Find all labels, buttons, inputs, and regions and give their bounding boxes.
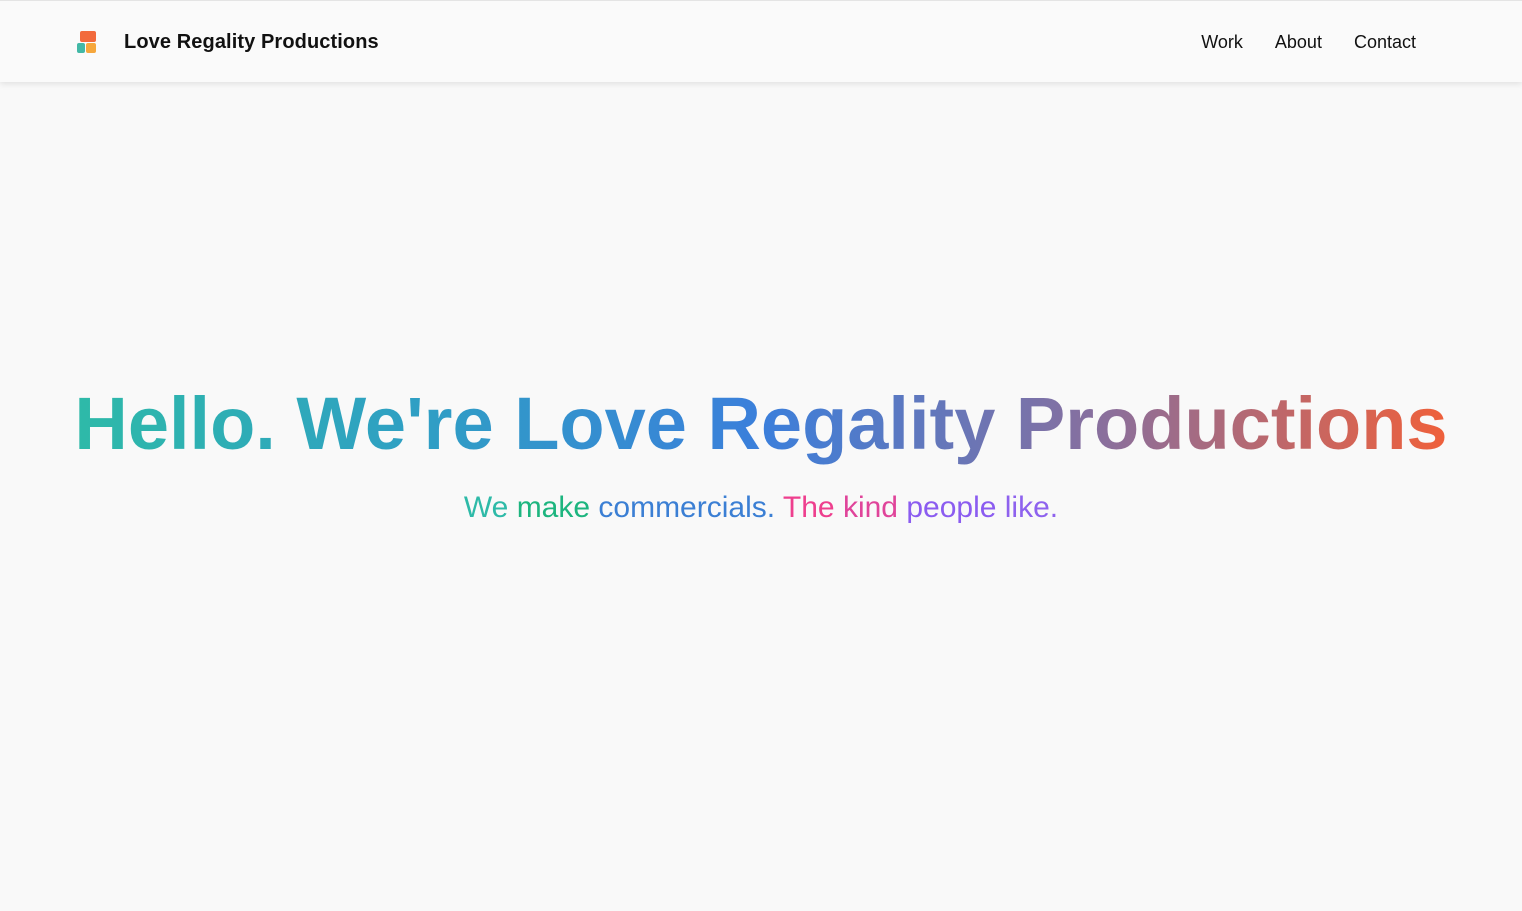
hero-section: Hello. We're Love Regality Productions W…	[0, 82, 1522, 911]
tagline-word: commercials.	[598, 491, 776, 524]
tagline-word: people	[906, 491, 997, 524]
tagline-word: We	[463, 491, 509, 524]
stacked-blocks-logo-icon	[77, 30, 96, 54]
brand-name: Love Regality Productions	[124, 30, 379, 53]
tagline-word: kind	[842, 491, 898, 524]
hero-tagline: We make commercials. The kind people lik…	[0, 490, 1522, 526]
tagline-word: like.	[1004, 491, 1059, 524]
brand-home-link[interactable]: Love Regality Productions	[77, 1, 379, 83]
tagline-word: make	[516, 491, 591, 524]
main-nav: Work About Contact	[1201, 1, 1416, 83]
tagline-word: The	[782, 491, 835, 524]
nav-link-about[interactable]: About	[1275, 32, 1322, 53]
hero-headline-text: Hello. We're Love Regality Productions	[74, 382, 1448, 465]
nav-link-contact[interactable]: Contact	[1354, 32, 1416, 53]
hero-headline: Hello. We're Love Regality Productions	[0, 382, 1522, 466]
top-navbar: Love Regality Productions Work About Con…	[0, 0, 1522, 82]
nav-link-work[interactable]: Work	[1201, 32, 1243, 53]
